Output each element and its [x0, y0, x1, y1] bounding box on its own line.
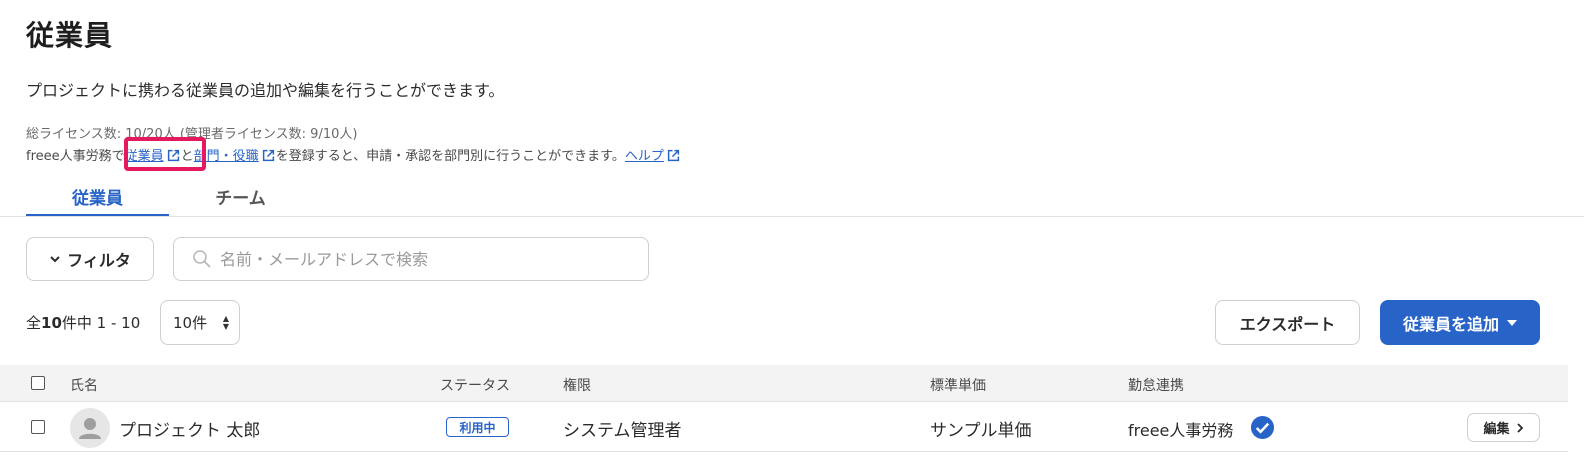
edit-button[interactable]: 編集: [1467, 413, 1540, 442]
help-link-label: ヘルプ: [624, 149, 664, 164]
chevron-down-icon: [50, 256, 60, 263]
header-rate: 標準単価: [930, 378, 986, 394]
external-link-icon: [262, 149, 274, 162]
export-button[interactable]: エクスポート: [1215, 300, 1360, 345]
filter-button-label: フィルタ: [67, 251, 131, 270]
add-employee-label: 従業員を追加: [1402, 314, 1499, 334]
tabs-divider: [0, 216, 1584, 217]
add-employee-button[interactable]: 従業員を追加: [1380, 300, 1540, 345]
header-name: 氏名: [70, 378, 98, 394]
external-link-icon: [667, 149, 680, 162]
user-icon: [79, 418, 101, 439]
edit-button-label: 編集: [1483, 422, 1510, 437]
count-total: 10: [41, 314, 62, 332]
avatar: [70, 408, 110, 448]
chevron-right-icon: [1516, 422, 1523, 433]
tab-teams[interactable]: チーム: [169, 180, 312, 217]
count-suffix: 件中 1 - 10: [61, 314, 141, 332]
header-attendance: 勤怠連携: [1128, 378, 1184, 394]
employee-rate: サンプル単価: [930, 421, 1032, 441]
status-badge: 利用中: [446, 417, 509, 437]
page-description: プロジェクトに携わる従業員の追加や編集を行うことができます。: [26, 81, 505, 100]
highlight-annotation-box: [124, 137, 206, 171]
search-icon: [193, 250, 211, 268]
search-input[interactable]: [220, 249, 620, 269]
header-status: ステータス: [440, 378, 510, 394]
per-page-value: 10件: [173, 314, 208, 332]
row-checkbox[interactable]: [31, 420, 45, 434]
table-row: プロジェクト 太郎 利用中 システム管理者 サンプル単価 freee人事労務 編…: [0, 402, 1568, 452]
hr-note-prefix: freee人事労務で: [26, 149, 125, 164]
select-arrows-icon: ▲ ▼: [222, 314, 229, 331]
result-count: 全10件中 1 - 10: [26, 312, 140, 333]
count-prefix: 全: [26, 314, 42, 332]
help-external-link[interactable]: ヘルプ: [625, 149, 681, 164]
filter-button[interactable]: フィルタ: [26, 237, 154, 281]
caret-down-icon: [1507, 319, 1517, 326]
tab-bar: 従業員 チーム: [26, 180, 312, 217]
employee-role: システム管理者: [563, 421, 682, 441]
table-header: 氏名 ステータス 権限 標準単価 勤怠連携: [0, 365, 1568, 402]
page-title: 従業員: [26, 19, 114, 52]
select-all-checkbox[interactable]: [31, 376, 45, 390]
search-box[interactable]: [173, 237, 649, 281]
tab-employees[interactable]: 従業員: [26, 180, 169, 217]
attendance-integration: freee人事労務: [1128, 421, 1234, 440]
per-page-select[interactable]: 10件 ▲ ▼: [160, 300, 240, 345]
employee-name: プロジェクト 太郎: [119, 421, 261, 441]
hr-note-suffix: を登録すると、申請・承認を部門別に行うことができます。: [275, 149, 625, 164]
check-circle-icon: [1250, 415, 1275, 440]
header-role: 権限: [563, 378, 591, 394]
